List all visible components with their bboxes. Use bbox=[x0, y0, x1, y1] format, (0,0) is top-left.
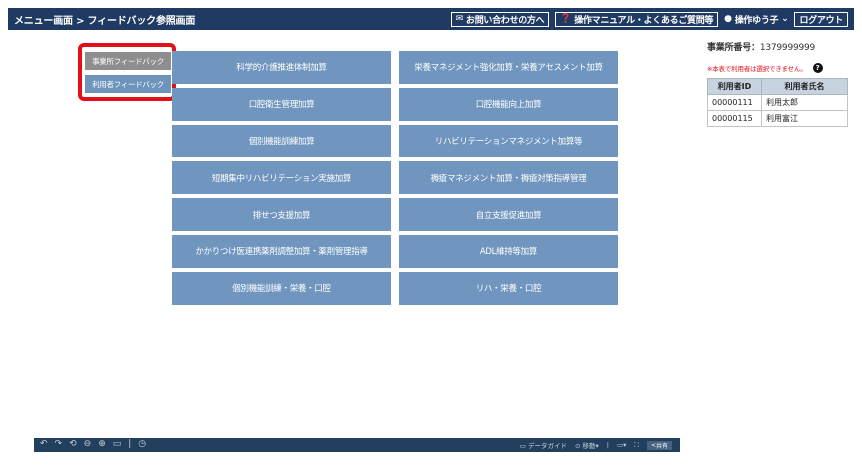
user-id-cell: 00000111 bbox=[707, 94, 762, 111]
menu-button[interactable]: 個別機能訓練加算 bbox=[172, 124, 391, 158]
report-toolbar: ↶ ↷ ⟲ ⊖ ⊕ ▭ | ◷ ▭ データガイド ⊙ 移動▾ | ▭▾ ⛶ < … bbox=[34, 438, 680, 452]
notice-text: ※本表で利用者は選択できません。 bbox=[707, 65, 807, 73]
help-icon[interactable]: ? bbox=[812, 63, 823, 73]
menu-button[interactable]: リハ・栄養・口腔 bbox=[399, 271, 618, 305]
office-number-line: 事業所番号：1379999999 bbox=[707, 40, 847, 53]
menu-button[interactable]: 口腔衛生管理加算 bbox=[172, 87, 391, 121]
redo-icon[interactable]: ↷ bbox=[55, 439, 63, 449]
breadcrumb: メニュー画面 > フィードバック参照画面 bbox=[14, 16, 196, 27]
table-row: 00000115 利用富江 bbox=[707, 110, 848, 127]
separator: | bbox=[606, 441, 609, 449]
question-circle-icon: ❓ bbox=[560, 14, 572, 24]
clock-icon[interactable]: ◷ bbox=[138, 439, 146, 449]
menu-button[interactable]: ADL維持等加算 bbox=[399, 234, 618, 268]
share-button[interactable]: < 共有 bbox=[646, 440, 672, 450]
zoom-in-icon[interactable]: ⊕ bbox=[98, 439, 106, 449]
menu-button[interactable]: 自立支援促進加算 bbox=[399, 198, 618, 231]
logout-button[interactable]: ログアウト bbox=[794, 11, 848, 27]
edit-icon[interactable]: ▭ bbox=[113, 439, 122, 449]
selection-notice: ※本表で利用者は選択できません。 ? bbox=[707, 63, 847, 73]
table-row: 00000111 利用太郎 bbox=[707, 94, 848, 111]
user-icon: ● bbox=[724, 14, 732, 24]
fullscreen-icon[interactable]: ⛶ bbox=[634, 441, 639, 450]
menu-button[interactable]: 個別機能訓練・栄養・口腔 bbox=[172, 271, 391, 305]
data-guide-label: データガイド bbox=[528, 442, 567, 450]
chevron-down-icon: ⌄ bbox=[781, 14, 789, 24]
user-id-cell: 00000115 bbox=[707, 110, 762, 127]
move-label: 移動 bbox=[582, 442, 596, 450]
menu-button[interactable]: リハビリテーションマネジメント加算等 bbox=[399, 124, 618, 158]
column-header-user-name: 利用者氏名 bbox=[761, 78, 848, 95]
toolbar-right-actions: ▭ データガイド ⊙ 移動▾ | ▭▾ ⛶ < 共有 bbox=[520, 440, 672, 450]
zoom-out-icon[interactable]: ⊖ bbox=[84, 439, 92, 449]
move-button[interactable]: ⊙ 移動▾ bbox=[575, 440, 599, 450]
menu-button[interactable]: かかりつけ医連携薬剤調整加算・薬剤管理指導 bbox=[172, 234, 391, 268]
menu-button[interactable]: 褥瘡マネジメント加算・褥瘡対策指導管理 bbox=[399, 161, 618, 195]
mail-icon: ✉ bbox=[455, 14, 464, 24]
manual-label: 操作マニュアル・よくあるご質問等 bbox=[574, 15, 714, 26]
menu-button[interactable]: 排せつ支援加算 bbox=[172, 198, 391, 231]
share-label: 共有 bbox=[655, 442, 668, 450]
table-header-row: 利用者ID 利用者氏名 bbox=[707, 78, 848, 95]
top-header-bar: メニュー画面 > フィードバック参照画面 ✉ お問い合わせの方へ ❓ 操作マニュ… bbox=[8, 8, 854, 30]
menu-button[interactable]: 栄養マネジメント強化加算・栄養アセスメント加算 bbox=[399, 51, 618, 84]
column-header-user-id: 利用者ID bbox=[707, 78, 762, 95]
toolbar-left-actions: ↶ ↷ ⟲ ⊖ ⊕ ▭ | ◷ bbox=[40, 439, 146, 449]
user-menu[interactable]: ● 操作ゆう子 ⌄ bbox=[724, 13, 789, 26]
contact-label: お問い合わせの方へ bbox=[466, 15, 545, 26]
user-list-panel: 事業所番号：1379999999 ※本表で利用者は選択できません。 ? 利用者I… bbox=[707, 40, 848, 127]
header-actions: ✉ お問い合わせの方へ ❓ 操作マニュアル・よくあるご質問等 ● 操作ゆう子 ⌄… bbox=[450, 11, 848, 27]
office-number: 1379999999 bbox=[759, 43, 816, 53]
feedback-menu-grid: 科学的介護推進体制加算 栄養マネジメント強化加算・栄養アセスメント加算 口腔衛生… bbox=[172, 51, 618, 305]
menu-button[interactable]: 口腔機能向上加算 bbox=[399, 87, 618, 121]
comment-icon[interactable]: ▭▾ bbox=[617, 441, 626, 449]
user-name-cell: 利用太郎 bbox=[761, 94, 848, 111]
revert-icon[interactable]: ⟲ bbox=[69, 439, 77, 449]
manual-faq-button[interactable]: ❓ 操作マニュアル・よくあるご質問等 bbox=[555, 11, 719, 27]
user-name: 操作ゆう子 bbox=[734, 15, 779, 26]
logout-label: ログアウト bbox=[799, 15, 843, 26]
user-table: 利用者ID 利用者氏名 00000111 利用太郎 00000115 利用富江 bbox=[707, 78, 848, 127]
office-feedback-button[interactable]: 事業所フィードバック bbox=[85, 52, 171, 70]
undo-icon[interactable]: ↶ bbox=[40, 439, 48, 449]
contact-button[interactable]: ✉ お問い合わせの方へ bbox=[450, 11, 550, 27]
office-number-label: 事業所番号： bbox=[707, 43, 760, 53]
menu-button[interactable]: 科学的介護推進体制加算 bbox=[172, 51, 391, 84]
user-name-cell: 利用富江 bbox=[761, 110, 848, 127]
separator: | bbox=[128, 439, 132, 449]
data-guide-button[interactable]: ▭ データガイド bbox=[520, 440, 567, 450]
user-feedback-button[interactable]: 利用者フィードバック bbox=[85, 75, 171, 93]
menu-button[interactable]: 短期集中リハビリテーション実施加算 bbox=[172, 161, 391, 195]
